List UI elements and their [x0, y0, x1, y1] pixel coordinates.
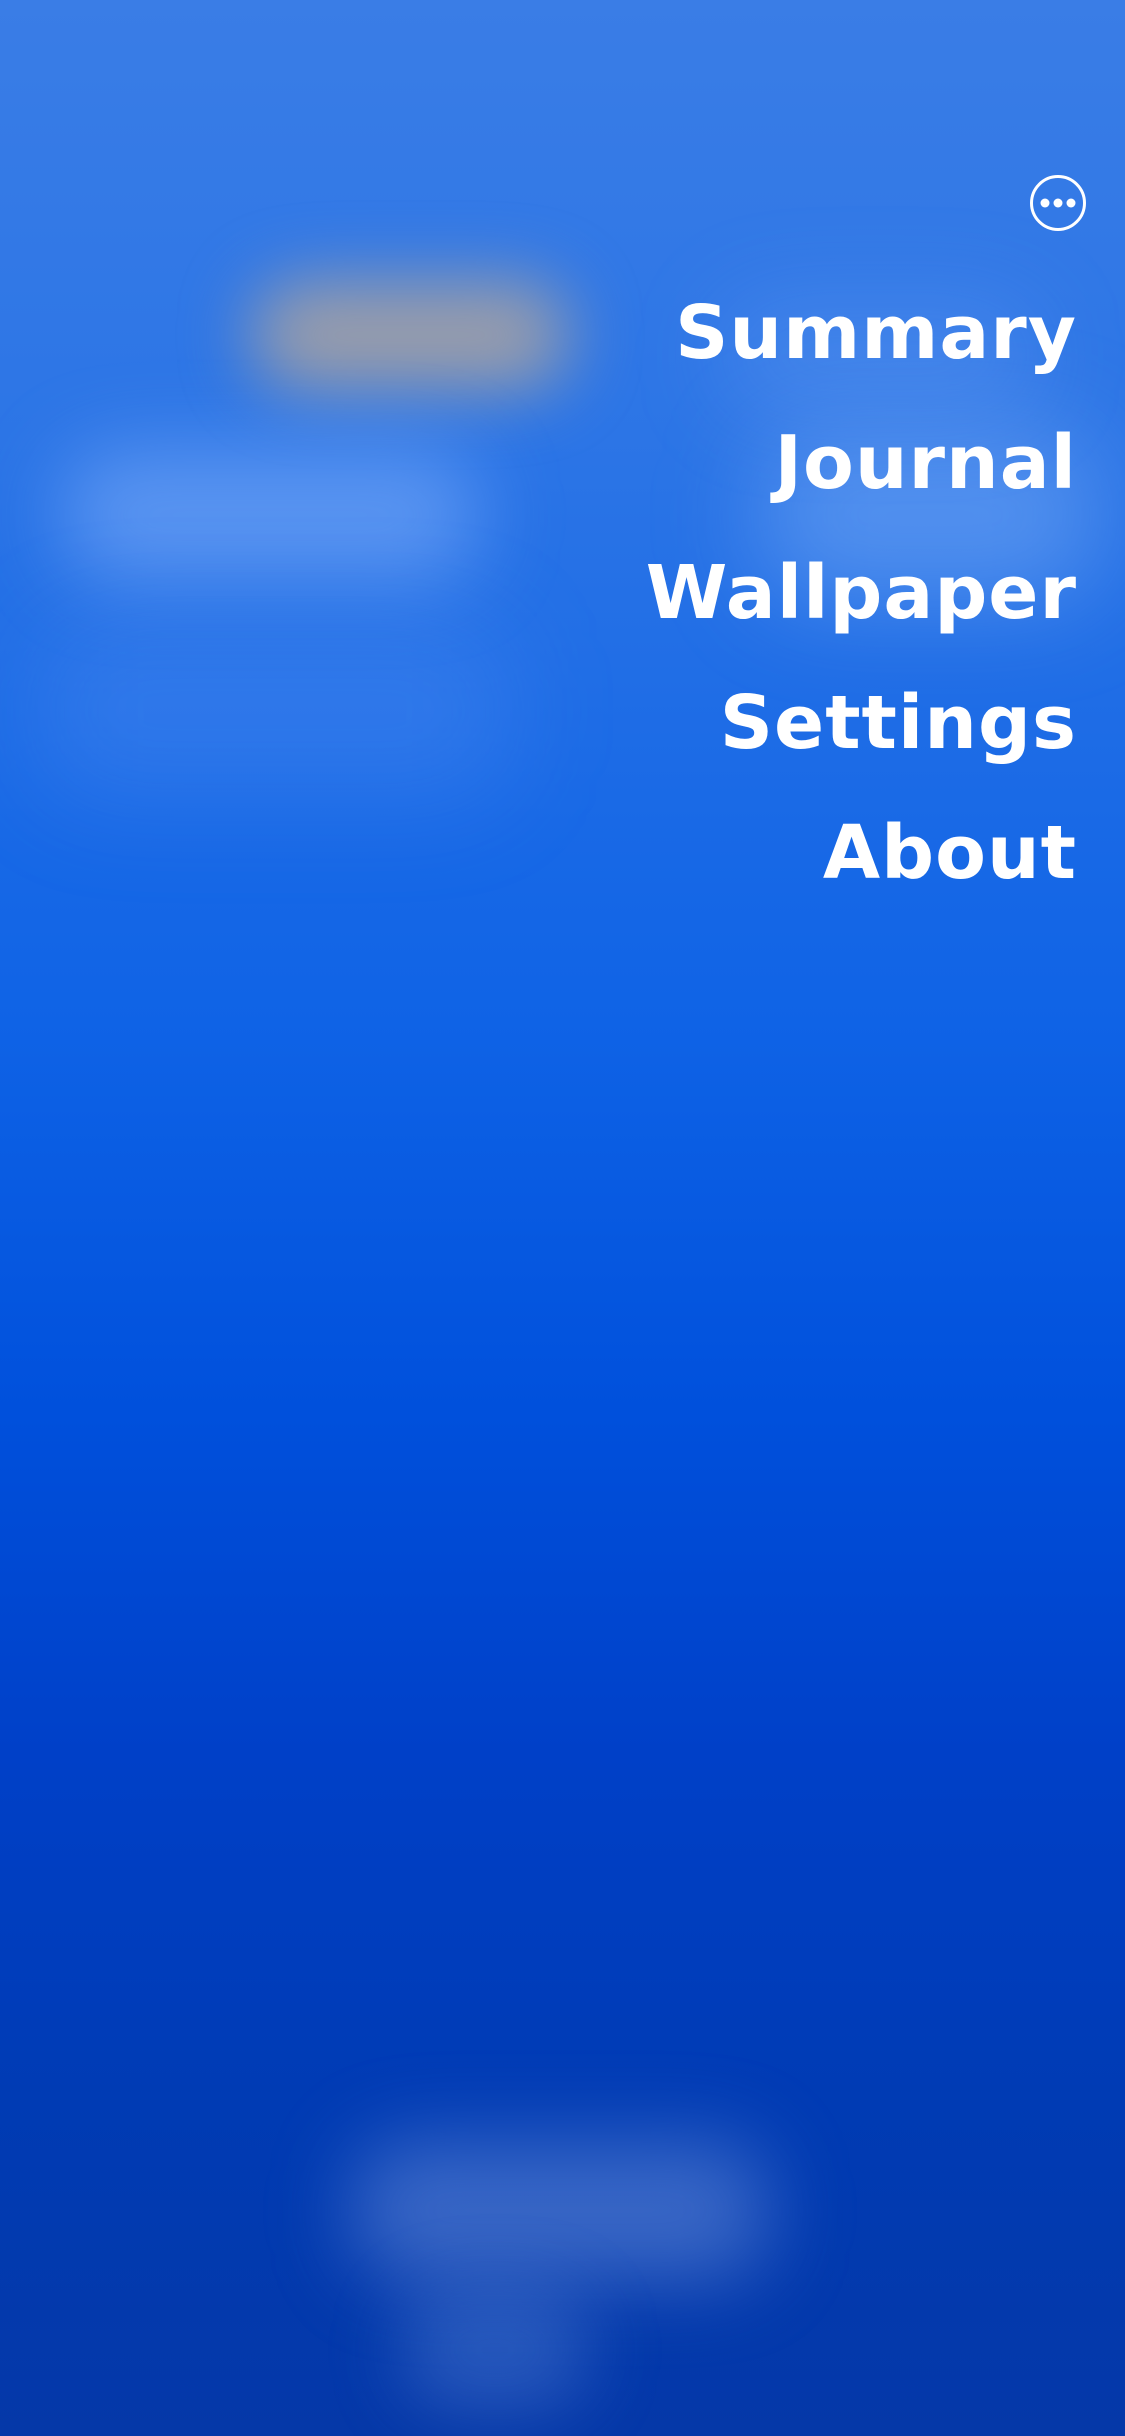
menu-item-about[interactable]: About — [646, 788, 1077, 918]
menu-item-journal[interactable]: Journal — [646, 398, 1077, 528]
menu-item-wallpaper[interactable]: Wallpaper — [646, 528, 1077, 658]
ellipsis-icon — [1040, 198, 1076, 208]
blurred-shape — [40, 620, 510, 800]
blurred-background: Summary Journal Wallpaper Settings About — [0, 0, 1125, 2436]
blurred-shape — [350, 2140, 770, 2280]
blurred-shape — [400, 2290, 590, 2410]
more-options-button[interactable] — [1030, 175, 1086, 231]
blurred-shape — [250, 280, 570, 390]
navigation-menu: Summary Journal Wallpaper Settings About — [646, 268, 1077, 918]
blurred-shape — [60, 450, 480, 580]
menu-item-summary[interactable]: Summary — [646, 268, 1077, 398]
menu-item-settings[interactable]: Settings — [646, 658, 1077, 788]
